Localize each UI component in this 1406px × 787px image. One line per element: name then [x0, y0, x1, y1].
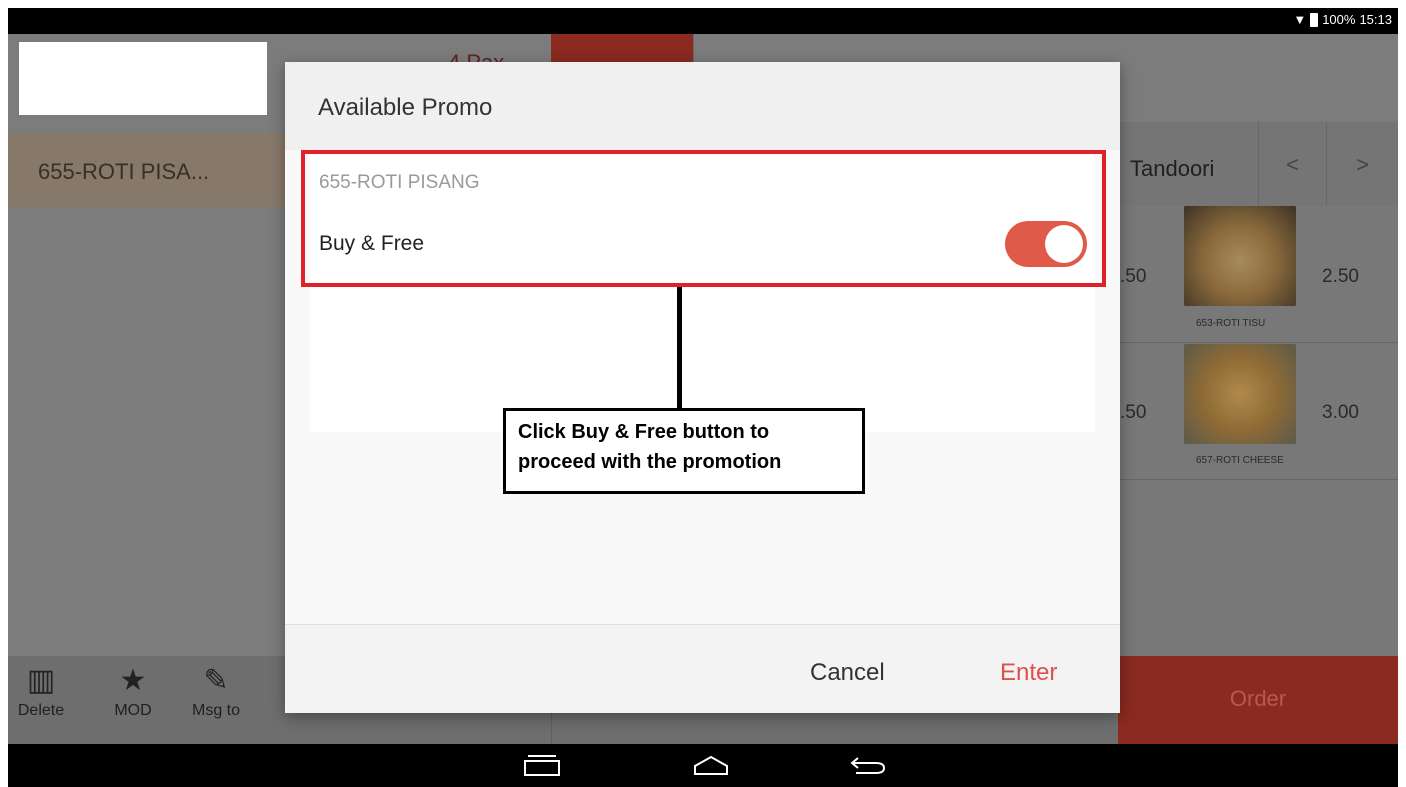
dialog-title: Available Promo [318, 94, 493, 121]
mod-button[interactable]: ★ MOD [108, 664, 158, 720]
wifi-icon: ▼ [1293, 12, 1307, 27]
trash-icon: ▥ [26, 664, 56, 697]
callout-note: Click Buy & Free button to proceed with … [503, 408, 865, 494]
cancel-button[interactable]: Cancel [810, 659, 885, 687]
highlight-box [301, 150, 1106, 287]
grid-divider [1118, 342, 1398, 343]
pencil-icon: ✎ [203, 664, 229, 697]
menu-item-image[interactable] [1184, 344, 1296, 444]
mod-label: MOD [114, 702, 152, 719]
menu-item-name: 653-ROTI TISU [1196, 318, 1266, 329]
navigation-bar [8, 744, 1398, 787]
category-tab-tandoori[interactable]: Tandoori [1130, 156, 1214, 182]
menu-item-price: 3.00 [1322, 402, 1359, 423]
status-indicators: ▼ 100% 15:13 [1293, 12, 1392, 27]
menu-item-partial-price: .50 [1120, 266, 1147, 287]
back-icon[interactable] [848, 754, 888, 776]
callout-line-2: proceed with the promotion [518, 451, 782, 473]
callout-line-1: Click Buy & Free button to [518, 421, 770, 443]
menu-item-name: 657-ROTI CHEESE [1196, 455, 1284, 466]
recent-apps-icon[interactable] [524, 754, 560, 776]
clock: 15:13 [1359, 12, 1392, 27]
battery-icon [1310, 12, 1319, 27]
battery-level: 100% [1322, 12, 1356, 27]
menu-item-partial-price: .50 [1120, 402, 1147, 423]
menu-item-image[interactable] [1184, 206, 1296, 306]
logo-placeholder [19, 42, 267, 115]
order-item[interactable]: 655-ROTI PISA... [8, 133, 286, 207]
dialog-footer [285, 625, 1120, 713]
order-button[interactable]: Order [1118, 656, 1398, 744]
star-icon: ★ [119, 664, 147, 697]
enter-button[interactable]: Enter [1000, 659, 1057, 687]
grid-divider [1118, 479, 1398, 480]
status-bar: ▼ 100% 15:13 [8, 8, 1398, 34]
msg-to-button[interactable]: ✎ Msg to [183, 664, 249, 720]
home-icon[interactable] [691, 754, 731, 776]
callout-connector [677, 287, 682, 408]
delete-label: Delete [17, 702, 65, 719]
category-next-button[interactable]: > [1326, 122, 1398, 206]
menu-item-price: 2.50 [1322, 266, 1359, 287]
msg-to-label: Msg to [191, 702, 240, 719]
delete-button[interactable]: ▥ Delete [16, 664, 66, 720]
category-prev-button[interactable]: < [1258, 122, 1326, 206]
